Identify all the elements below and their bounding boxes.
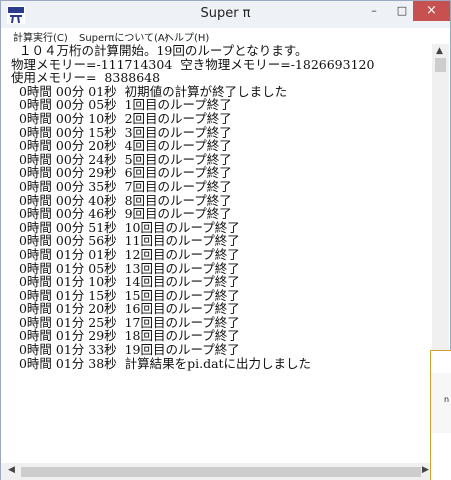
scroll-up-icon[interactable]: ▲ — [436, 46, 443, 56]
output-line: 0時間 00分 35秒 7回目のループ終了 — [11, 178, 232, 194]
partial-dialog-text: n — [444, 395, 450, 404]
output-line: 0時間 01分 05秒 13回目のループ終了 — [11, 260, 240, 276]
output-line: 0時間 00分 01秒 初期値の計算が終了しました — [11, 83, 288, 99]
output-line: 0時間 01分 10秒 14回目のループ終了 — [11, 274, 240, 290]
menu-about[interactable]: Superπについて(A) — [79, 29, 169, 44]
output-line: 0時間 01分 38秒 計算結果をpi.datに出力しました — [11, 355, 312, 371]
scroll-left-icon[interactable]: ◀ — [8, 465, 15, 475]
output-line: 0時間 00分 56秒 11回目のループ終了 — [11, 233, 240, 249]
output-line: 0時間 00分 29秒 6回目のループ終了 — [11, 165, 232, 181]
output-line: 0時間 00分 10秒 2回目のループ終了 — [11, 110, 232, 126]
vertical-scroll-thumb[interactable] — [435, 58, 446, 72]
menu-help[interactable]: ヘルプ(H) — [164, 29, 209, 44]
output-line: 0時間 00分 46秒 9回目のループ終了 — [11, 206, 232, 222]
output-line: 0時間 00分 24秒 5回目のループ終了 — [11, 151, 232, 167]
super-pi-window: Super π – □ × 計算実行(C) Superπについて(A) ヘルプ(… — [0, 0, 451, 480]
output-line: 0時間 00分 05秒 1回目のループ終了 — [11, 97, 232, 113]
horizontal-scrollbar[interactable]: ◀ ▶ — [1, 463, 432, 480]
partial-dialog-window[interactable]: n — [430, 350, 451, 480]
output-line: 物理メモリー=-111714304 空き物理メモリー=-1826693120 — [11, 56, 375, 72]
menu-calculate[interactable]: 計算実行(C) — [13, 29, 68, 44]
output-line: 0時間 00分 51秒 10回目のループ終了 — [11, 219, 240, 235]
scroll-right-icon[interactable]: ▶ — [422, 465, 429, 475]
output-line: 0時間 01分 01秒 12回目のループ終了 — [11, 246, 240, 262]
output-line: 0時間 01分 33秒 19回目のループ終了 — [11, 342, 240, 358]
menu-bar: 計算実行(C) Superπについて(A) ヘルプ(H) — [1, 28, 450, 44]
output-lines: １０４万桁の計算開始。19回のループとなります。 物理メモリー=-11171430… — [11, 44, 374, 370]
output-line: 0時間 01分 29秒 18回目のループ終了 — [11, 328, 240, 344]
output-area[interactable]: １０４万桁の計算開始。19回のループとなります。 物理メモリー=-11171430… — [1, 44, 432, 463]
title-bar[interactable]: Super π – □ × — [1, 1, 450, 28]
output-line: 0時間 00分 20秒 4回目のループ終了 — [11, 138, 232, 154]
output-line: 0時間 00分 15秒 3回目のループ終了 — [11, 124, 232, 140]
output-line: 0時間 01分 25秒 17回目のループ終了 — [11, 314, 240, 330]
output-line: 使用メモリー= 8388648 — [11, 70, 161, 86]
minimize-button[interactable]: – — [357, 1, 391, 21]
output-line: 0時間 01分 20秒 16回目のループ終了 — [11, 301, 240, 317]
output-line: １０４万桁の計算開始。19回のループとなります。 — [11, 43, 308, 58]
horizontal-scroll-thumb[interactable] — [21, 467, 421, 477]
output-line: 0時間 01分 15秒 15回目のループ終了 — [11, 287, 240, 303]
maximize-button[interactable]: □ — [391, 1, 413, 21]
output-line: 0時間 00分 40秒 8回目のループ終了 — [11, 192, 232, 208]
close-button[interactable]: × — [413, 1, 450, 21]
